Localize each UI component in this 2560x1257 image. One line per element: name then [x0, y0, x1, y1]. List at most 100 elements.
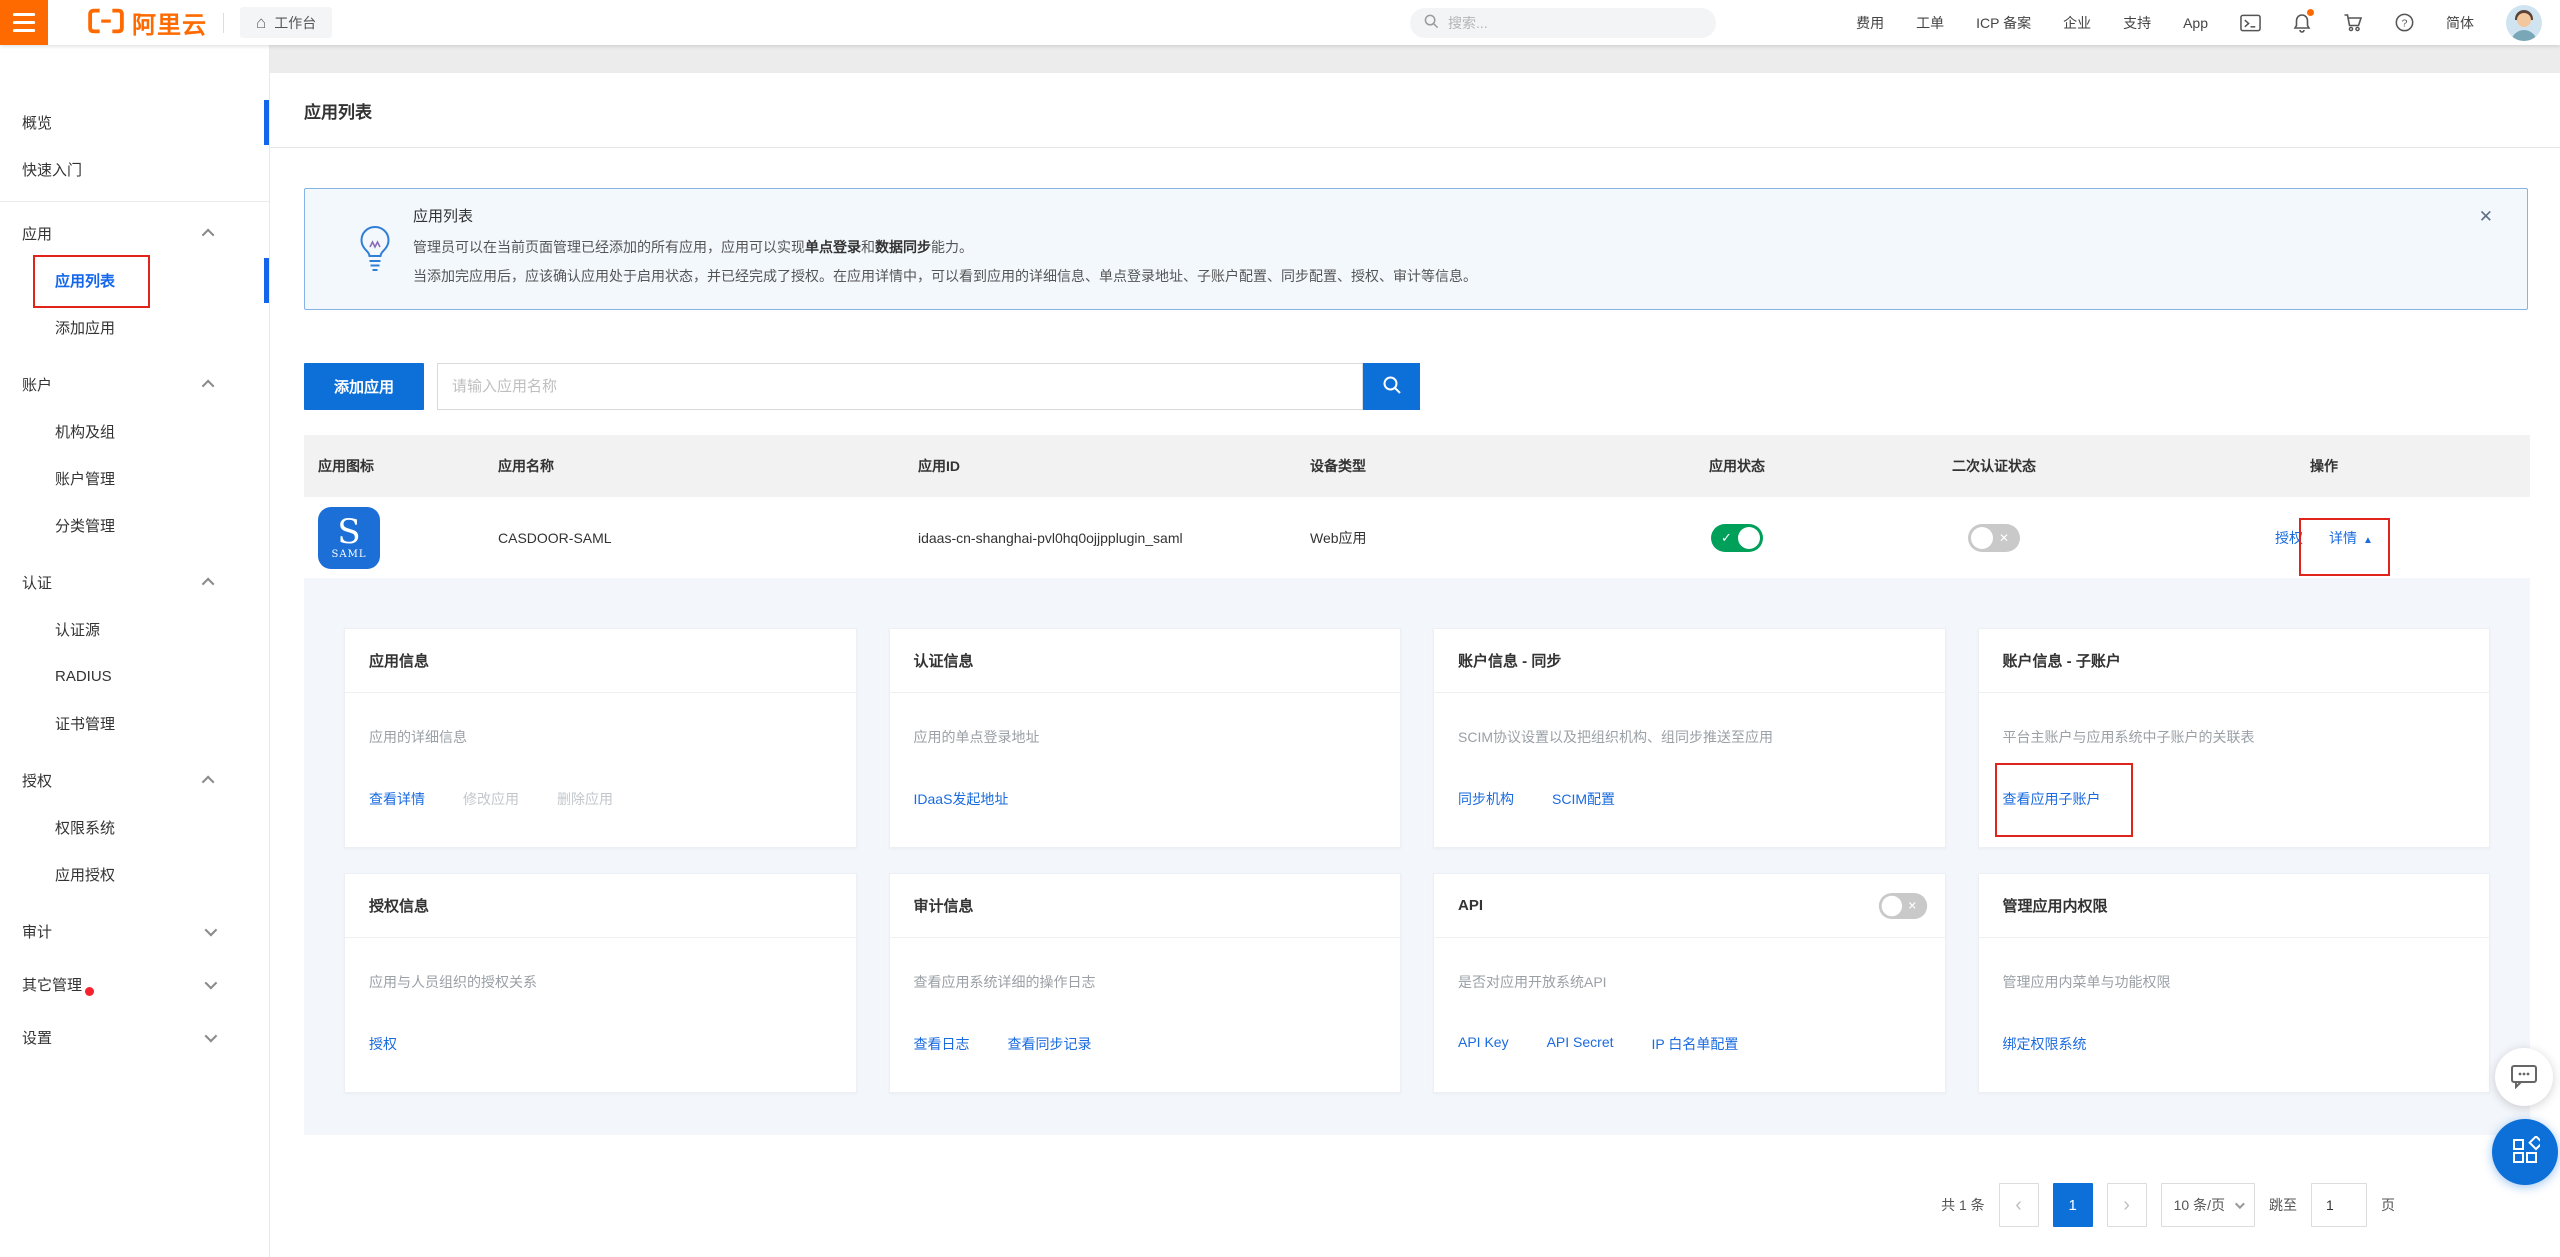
api-key-link[interactable]: API Key [1458, 1034, 1509, 1054]
menu-item-enterprise[interactable]: 企业 [2063, 13, 2091, 33]
close-icon[interactable]: ✕ [2479, 207, 2493, 227]
chevron-down-icon [205, 924, 218, 937]
hamburger-menu-icon[interactable] [0, 0, 48, 45]
jump-page-input[interactable] [2311, 1183, 2367, 1227]
sidebar-item-org-group[interactable]: 机构及组 [0, 408, 269, 455]
svg-text:?: ? [2402, 18, 2408, 29]
view-app-subaccount-link[interactable]: 查看应用子账户 [2003, 789, 2101, 809]
sidebar-group-authorization[interactable]: 授权 [0, 757, 269, 804]
feedback-chat-button[interactable] [2495, 1048, 2553, 1106]
jump-to-label: 跳至 [2269, 1195, 2297, 1215]
page-unit-label: 页 [2381, 1195, 2395, 1215]
sidebar-item-auth-source[interactable]: 认证源 [0, 606, 269, 653]
page-title: 应用列表 [304, 98, 372, 123]
chevron-down-icon [205, 977, 218, 990]
card-desc: 查看应用系统详细的操作日志 [914, 972, 1377, 993]
topbar-search-input[interactable] [1448, 15, 1702, 31]
scim-config-link[interactable]: SCIM配置 [1552, 789, 1615, 809]
sidebar-item-quickstart[interactable]: 快速入门 [0, 146, 269, 193]
triangle-up-icon: ▲ [2363, 535, 2373, 546]
col-header-mfa-status: 二次认证状态 [1870, 456, 2118, 476]
authorize-action-link[interactable]: 授权 [2275, 528, 2303, 548]
bind-permission-system-link[interactable]: 绑定权限系统 [2003, 1034, 2087, 1054]
mfa-status-toggle-off[interactable]: ✕ [1968, 524, 2020, 552]
card-app-info: 应用信息 应用的详细信息 查看详情 修改应用 删除应用 [344, 628, 857, 848]
sidebar-item-cert-mgmt[interactable]: 证书管理 [0, 700, 269, 747]
sidebar-item-radius[interactable]: RADIUS [0, 653, 269, 700]
view-details-link[interactable]: 查看详情 [369, 789, 425, 809]
view-sync-record-link[interactable]: 查看同步记录 [1008, 1034, 1092, 1054]
aliyun-logo[interactable]: 阿里云 [88, 5, 207, 40]
add-app-button[interactable]: 添加应用 [304, 363, 424, 410]
menu-item-tickets[interactable]: 工单 [1916, 13, 1944, 33]
sidebar-group-other-mgmt[interactable]: 其它管理 [0, 961, 269, 1008]
menu-item-billing[interactable]: 费用 [1856, 13, 1884, 33]
menu-item-support[interactable]: 支持 [2123, 13, 2151, 33]
sidebar-group-authentication[interactable]: 认证 [0, 559, 269, 606]
app-search-button[interactable] [1363, 363, 1420, 410]
prev-page-button[interactable]: ‹ [1999, 1183, 2039, 1227]
next-page-button[interactable]: › [2107, 1183, 2147, 1227]
chevron-up-icon [202, 578, 215, 591]
sidebar-group-settings[interactable]: 设置 [0, 1014, 269, 1061]
sidebar-item-app-grant[interactable]: 应用授权 [0, 851, 269, 898]
card-title: 授权信息 [369, 895, 429, 916]
current-page-button[interactable]: 1 [2053, 1183, 2093, 1227]
sidebar-item-add-app[interactable]: 添加应用 [0, 304, 269, 351]
app-grid-icon [2510, 1136, 2540, 1169]
api-secret-link[interactable]: API Secret [1547, 1034, 1614, 1054]
sync-org-link[interactable]: 同步机构 [1458, 789, 1514, 809]
sidebar-group-audit[interactable]: 审计 [0, 908, 269, 955]
chevron-up-icon [202, 229, 215, 242]
sidebar-item-category-mgmt[interactable]: 分类管理 [0, 502, 269, 549]
col-header-app-name: 应用名称 [484, 456, 904, 476]
sidebar-item-app-list[interactable]: 应用列表 [0, 257, 269, 304]
cart-icon[interactable] [2343, 13, 2363, 32]
card-account-subaccount: 账户信息 - 子账户 平台主账户与应用系统中子账户的关联表 查看应用子账户 [1978, 628, 2491, 848]
banner-line-1: 管理员可以在当前页面管理已经添加的所有应用，应用可以实现单点登录和数据同步能力。 [413, 233, 2437, 262]
chevron-down-icon [2235, 1199, 2245, 1209]
topbar-right-menu: 费用 工单 ICP 备案 企业 支持 App ? 简体 [1856, 0, 2542, 45]
app-status-toggle-on[interactable]: ✓ [1711, 524, 1763, 552]
app-search-input[interactable] [452, 378, 1348, 395]
col-header-app-id: 应用ID [904, 456, 1296, 476]
sidebar-item-account-mgmt[interactable]: 账户管理 [0, 455, 269, 502]
notification-bell-icon[interactable] [2293, 13, 2311, 33]
api-toggle-off[interactable]: ✕ [1878, 892, 1926, 918]
pagination: 共 1 条 ‹ 1 › 10 条/页 跳至 页 [270, 1182, 2395, 1228]
card-desc: 平台主账户与应用系统中子账户的关联表 [2003, 727, 2466, 748]
modify-app-link: 修改应用 [463, 789, 519, 809]
card-title: 账户信息 - 同步 [1458, 650, 1561, 671]
menu-item-icp[interactable]: ICP 备案 [1976, 13, 2031, 33]
card-title: 账户信息 - 子账户 [2003, 650, 2121, 671]
sidebar-group-account[interactable]: 账户 [0, 361, 269, 408]
workbench-button[interactable]: ⌂ 工作台 [240, 7, 332, 38]
authorize-link[interactable]: 授权 [369, 1034, 397, 1054]
card-desc: 应用与人员组织的授权关系 [369, 972, 832, 993]
menu-item-app[interactable]: App [2183, 15, 2208, 31]
detail-action-link[interactable]: 详情▲ [2329, 528, 2373, 548]
banner-title: 应用列表 [413, 205, 2437, 226]
x-icon: ✕ [1999, 524, 2009, 552]
user-avatar[interactable] [2506, 5, 2542, 41]
ip-whitelist-link[interactable]: IP 白名单配置 [1652, 1034, 1739, 1054]
sidebar-group-application[interactable]: 应用 [0, 210, 269, 257]
idaas-sso-url-link[interactable]: IDaaS发起地址 [914, 789, 1009, 809]
sidebar-item-perm-system[interactable]: 权限系统 [0, 804, 269, 851]
card-desc: 应用的单点登录地址 [914, 727, 1377, 748]
view-log-link[interactable]: 查看日志 [914, 1034, 970, 1054]
sidebar: 概览 快速入门 应用 应用列表 添加应用 账户 机构及组 账户管理 分类管理 [0, 45, 270, 1257]
topbar-search [1410, 8, 1716, 38]
cell-device-type: Web应用 [1296, 528, 1604, 548]
app-grid-button[interactable] [2492, 1119, 2558, 1185]
help-icon[interactable]: ? [2395, 13, 2414, 32]
card-desc: 应用的详细信息 [369, 727, 832, 748]
terminal-icon[interactable] [2240, 14, 2261, 32]
saml-app-icon: S SAML [318, 507, 380, 569]
check-icon: ✓ [1721, 524, 1732, 552]
language-switch[interactable]: 简体 [2446, 13, 2474, 33]
page-size-select[interactable]: 10 条/页 [2161, 1183, 2255, 1227]
new-badge-dot [85, 987, 94, 996]
sidebar-item-overview[interactable]: 概览 [0, 99, 269, 146]
lightbulb-icon [358, 225, 392, 280]
